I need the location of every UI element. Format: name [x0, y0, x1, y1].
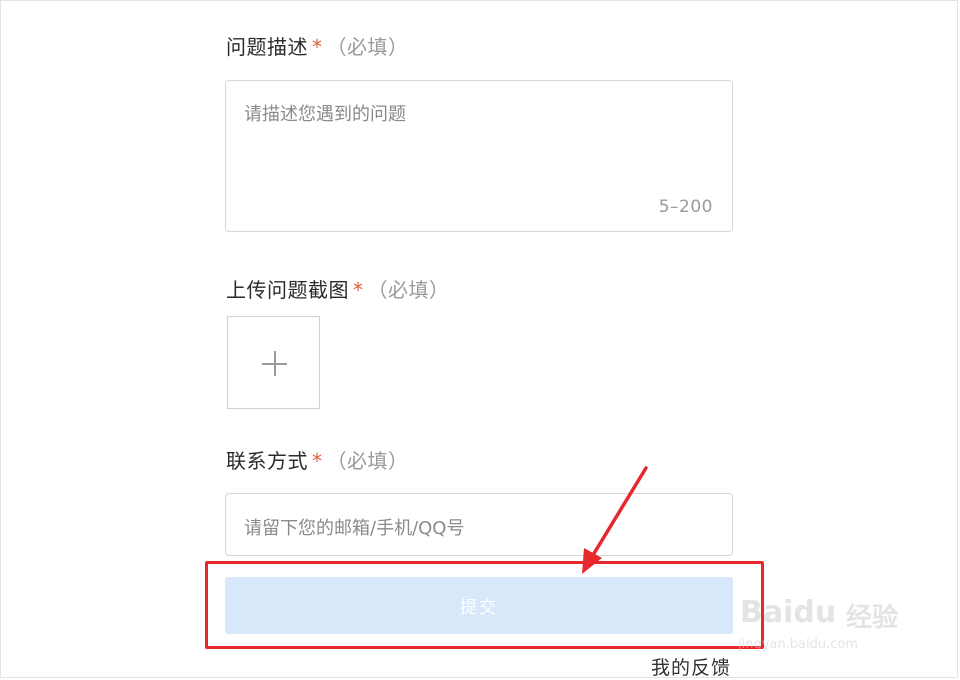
- baidu-watermark: Baidu 经验 jingyan.baidu.com: [736, 575, 916, 655]
- required-hint: （必填）: [326, 35, 409, 59]
- screenshot-label-row: 上传问题截图 * （必填）: [226, 274, 450, 303]
- contact-label: 联系方式: [226, 449, 308, 473]
- required-hint: （必填）: [367, 278, 450, 302]
- plus-icon-vertical: [274, 351, 276, 376]
- description-label: 问题描述: [226, 35, 308, 59]
- description-label-row: 问题描述 * （必填）: [226, 31, 409, 60]
- required-star: *: [353, 278, 364, 302]
- description-textarea[interactable]: 请描述您遇到的问题 5–200: [225, 80, 733, 232]
- character-counter: 5–200: [658, 197, 713, 217]
- upload-image-button[interactable]: [227, 316, 320, 409]
- my-feedback-link[interactable]: 我的反馈: [651, 653, 731, 680]
- watermark-subtitle: 经验: [846, 603, 899, 633]
- contact-placeholder: 请留下您的邮箱/手机/QQ号: [244, 518, 465, 539]
- watermark-brand: Baidu: [740, 595, 837, 630]
- watermark-url: jingyan.baidu.com: [738, 637, 858, 652]
- screenshot-label: 上传问题截图: [226, 278, 349, 302]
- annotation-arrow-icon: [582, 466, 648, 574]
- annotation-highlight-box: [205, 561, 764, 649]
- description-placeholder: 请描述您遇到的问题: [244, 104, 406, 125]
- required-hint: （必填）: [326, 449, 409, 473]
- required-star: *: [312, 449, 323, 473]
- contact-label-row: 联系方式 * （必填）: [226, 445, 409, 474]
- required-star: *: [312, 35, 323, 59]
